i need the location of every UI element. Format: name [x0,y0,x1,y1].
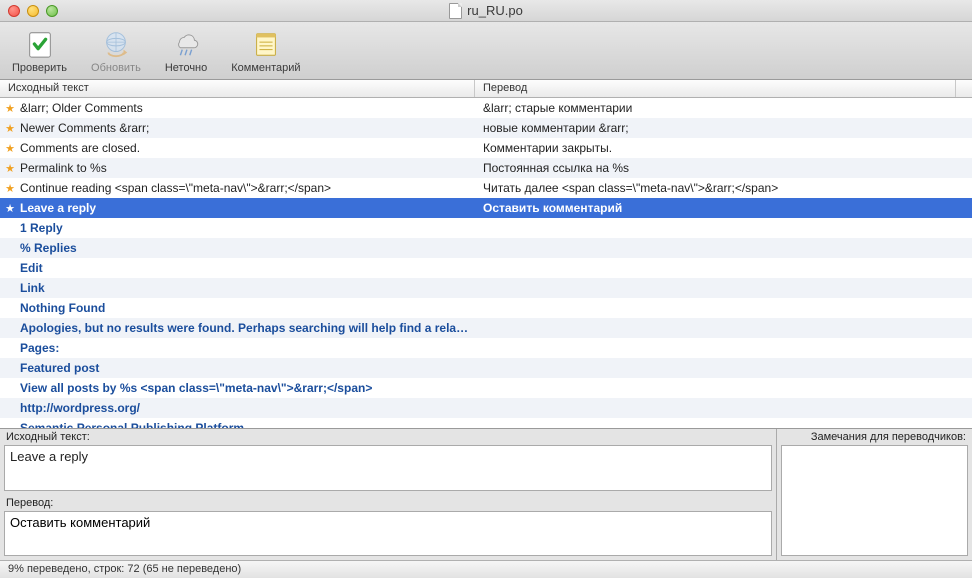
row-source: Leave a reply [20,201,475,215]
row-translation: новые комментарии &rarr; [475,121,972,135]
window-close-button[interactable] [8,5,20,17]
row-source: Edit [20,261,475,275]
star-icon: ★ [0,182,20,195]
row-source: Newer Comments &rarr; [20,121,475,135]
table-row[interactable]: % Replies [0,238,972,258]
fuzzy-label: Неточно [165,62,207,74]
document-icon [449,3,462,19]
table-row[interactable]: Link [0,278,972,298]
table-row[interactable]: Pages: [0,338,972,358]
column-source[interactable]: Исходный текст [0,80,475,97]
translation-input[interactable]: Оставить комментарий [4,511,772,557]
column-translation[interactable]: Перевод [475,80,956,97]
check-label: Проверить [12,62,67,74]
row-source: Semantic Personal Publishing Platform [20,421,475,428]
window-title: ru_RU.po [0,3,972,19]
source-text-display: Leave a reply [4,445,772,491]
row-source: Nothing Found [20,301,475,315]
row-source: Continue reading <span class=\"meta-nav\… [20,181,475,195]
row-source: Comments are closed. [20,141,475,155]
table-row[interactable]: ★Newer Comments &rarr;новые комментарии … [0,118,972,138]
table-row[interactable]: Nothing Found [0,298,972,318]
table-row[interactable]: Apologies, but no results were found. Pe… [0,318,972,338]
row-translation: Постоянная ссылка на %s [475,161,972,175]
table-row[interactable]: http://wordpress.org/ [0,398,972,418]
star-icon: ★ [0,162,20,175]
table-row[interactable]: ★Permalink to %sПостоянная ссылка на %s [0,158,972,178]
table-row[interactable]: Edit [0,258,972,278]
refresh-button[interactable]: Обновить [91,28,141,74]
notes-display [781,445,968,556]
row-source: % Replies [20,241,475,255]
check-button[interactable]: Проверить [12,28,67,74]
status-text: 9% переведено, строк: 72 (65 не переведе… [8,563,241,575]
toolbar: Проверить Обновить Неточно Комментарий [0,22,972,80]
check-icon [24,28,56,60]
translation-table[interactable]: ★&larr; Older Comments&larr; старые комм… [0,98,972,428]
row-translation: &larr; старые комментарии [475,101,972,115]
note-icon [250,28,282,60]
row-source: View all posts by %s <span class=\"meta-… [20,381,475,395]
star-icon: ★ [0,122,20,135]
row-source: Apologies, but no results were found. Pe… [20,321,475,335]
table-row[interactable]: Semantic Personal Publishing Platform [0,418,972,428]
fuzzy-button[interactable]: Неточно [165,28,207,74]
table-row[interactable]: ★Leave a replyОставить комментарий [0,198,972,218]
star-icon: ★ [0,202,20,215]
window-zoom-button[interactable] [46,5,58,17]
column-headers: Исходный текст Перевод [0,80,972,98]
row-translation: Оставить комментарий [475,201,972,215]
star-icon: ★ [0,142,20,155]
table-row[interactable]: View all posts by %s <span class=\"meta-… [0,378,972,398]
title-bar: ru_RU.po [0,0,972,22]
status-bar: 9% переведено, строк: 72 (65 не переведе… [0,560,972,578]
notes-label: Замечания для переводчиков: [777,429,972,445]
row-translation: Комментарии закрыты. [475,141,972,155]
editor-panels: Исходный текст: Leave a reply Перевод: О… [0,428,972,560]
table-row[interactable]: 1 Reply [0,218,972,238]
window-title-text: ru_RU.po [467,3,523,18]
source-label: Исходный текст: [0,429,776,445]
refresh-label: Обновить [91,62,141,74]
row-source: 1 Reply [20,221,475,235]
cloud-icon [170,28,202,60]
row-source: Pages: [20,341,475,355]
comment-button[interactable]: Комментарий [231,28,300,74]
table-row[interactable]: ★Comments are closed.Комментарии закрыты… [0,138,972,158]
row-source: Link [20,281,475,295]
comment-label: Комментарий [231,62,300,74]
table-row[interactable]: ★Continue reading <span class=\"meta-nav… [0,178,972,198]
table-row[interactable]: Featured post [0,358,972,378]
row-source: &larr; Older Comments [20,101,475,115]
star-icon: ★ [0,102,20,115]
row-source: Permalink to %s [20,161,475,175]
translation-label: Перевод: [0,495,776,511]
row-translation: Читать далее <span class=\"meta-nav\">&r… [475,181,972,195]
table-row[interactable]: ★&larr; Older Comments&larr; старые комм… [0,98,972,118]
row-source: Featured post [20,361,475,375]
globe-icon [100,28,132,60]
window-minimize-button[interactable] [27,5,39,17]
row-source: http://wordpress.org/ [20,401,475,415]
column-gutter [956,80,972,97]
